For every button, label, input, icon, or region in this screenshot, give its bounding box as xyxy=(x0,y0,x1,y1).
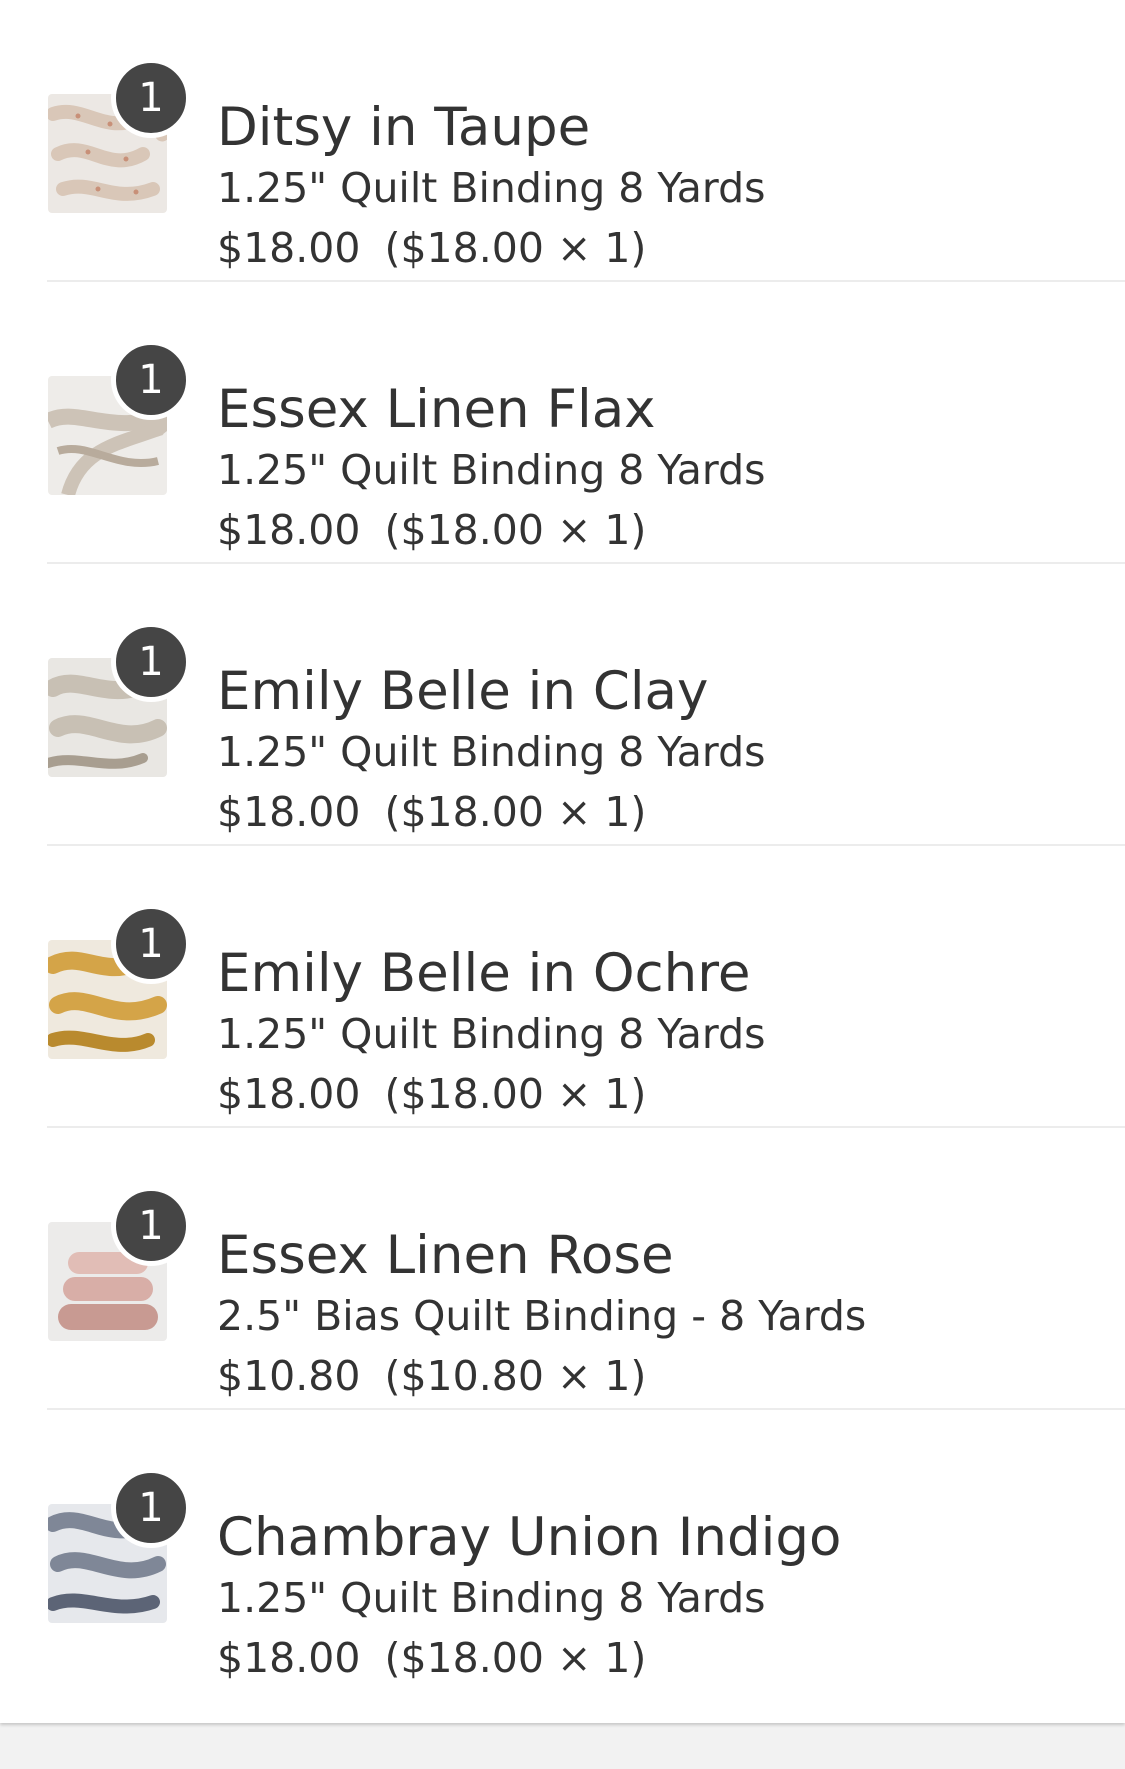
product-variant: 1.25" Quilt Binding 8 Yards xyxy=(217,446,766,494)
line-price: $18.00 xyxy=(217,506,361,554)
cart-line-item[interactable]: 1 Emily Belle in Ochre 1.25" Quilt Bindi… xyxy=(47,846,1125,1128)
product-title: Emily Belle in Clay xyxy=(217,661,709,722)
line-price: $18.00 xyxy=(217,224,361,272)
cart-line-item[interactable]: 1 Chambray Union Indigo 1.25" Quilt Bind… xyxy=(47,1410,1125,1692)
price-breakdown: ($18.00 × 1) xyxy=(384,788,647,836)
product-variant: 1.25" Quilt Binding 8 Yards xyxy=(217,1010,766,1058)
price-line: $18.00 ($18.00 × 1) xyxy=(217,786,765,838)
product-title: Essex Linen Flax xyxy=(217,379,656,440)
product-title: Ditsy in Taupe xyxy=(217,97,591,158)
cart-line-item[interactable]: 1 Emily Belle in Clay 1.25" Quilt Bindin… xyxy=(47,564,1125,846)
quantity-badge: 1 xyxy=(111,58,191,138)
cart-items-list: 1 Ditsy in Taupe 1.25" Quilt Binding 8 Y… xyxy=(0,0,1125,1723)
line-price: $18.00 xyxy=(217,1634,361,1682)
price-breakdown: ($18.00 × 1) xyxy=(384,506,647,554)
product-variant: 1.25" Quilt Binding 8 Yards xyxy=(217,164,766,212)
cart-line-item[interactable]: 1 Essex Linen Flax 1.25" Quilt Binding 8… xyxy=(47,282,1125,564)
price-breakdown: ($18.00 × 1) xyxy=(384,1070,647,1118)
line-price: $10.80 xyxy=(217,1352,361,1400)
price-line: $18.00 ($18.00 × 1) xyxy=(217,1632,841,1684)
line-price: $18.00 xyxy=(217,788,361,836)
product-variant: 1.25" Quilt Binding 8 Yards xyxy=(217,1574,766,1622)
product-title: Essex Linen Rose xyxy=(217,1225,674,1286)
cart-line-item[interactable]: 1 Ditsy in Taupe 1.25" Quilt Binding 8 Y… xyxy=(47,0,1125,282)
product-title: Emily Belle in Ochre xyxy=(217,943,751,1004)
quantity-badge: 1 xyxy=(111,622,191,702)
price-line: $18.00 ($18.00 × 1) xyxy=(217,504,765,556)
quantity-badge: 1 xyxy=(111,1186,191,1266)
price-breakdown: ($18.00 × 1) xyxy=(384,224,647,272)
quantity-badge: 1 xyxy=(111,1468,191,1548)
price-breakdown: ($10.80 × 1) xyxy=(384,1352,647,1400)
price-line: $18.00 ($18.00 × 1) xyxy=(217,1068,765,1120)
price-breakdown: ($18.00 × 1) xyxy=(384,1634,647,1682)
product-title: Chambray Union Indigo xyxy=(217,1507,842,1568)
price-line: $10.80 ($10.80 × 1) xyxy=(217,1350,866,1402)
quantity-badge: 1 xyxy=(111,904,191,984)
product-variant: 2.5" Bias Quilt Binding - 8 Yards xyxy=(217,1292,867,1340)
line-price: $18.00 xyxy=(217,1070,361,1118)
price-line: $18.00 ($18.00 × 1) xyxy=(217,222,765,274)
cart-line-item[interactable]: 1 Essex Linen Rose 2.5" Bias Quilt Bindi… xyxy=(47,1128,1125,1410)
product-variant: 1.25" Quilt Binding 8 Yards xyxy=(217,728,766,776)
quantity-badge: 1 xyxy=(111,340,191,420)
